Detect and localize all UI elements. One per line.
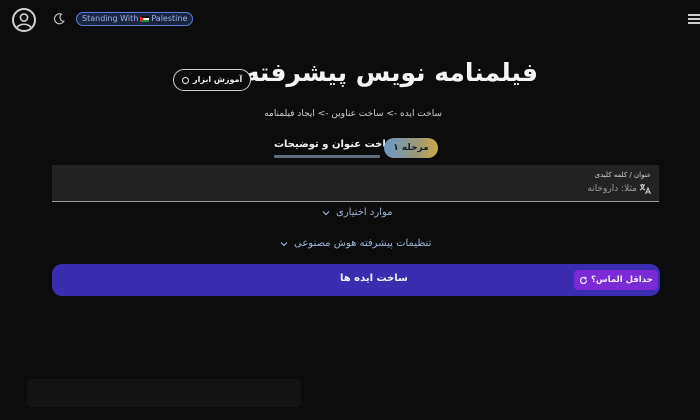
translate-icon[interactable] bbox=[639, 183, 651, 195]
ai-settings-label: تنظیمات پیشرفته هوش مصنوعی bbox=[294, 238, 432, 249]
page-title: فیلمنامه نویس پیشرفته bbox=[244, 58, 538, 87]
refresh-icon bbox=[579, 276, 588, 284]
create-ideas-label: ساخت ایده ها bbox=[340, 273, 408, 284]
minimum-diamond-button[interactable]: حداقل الماس؟ bbox=[574, 270, 658, 290]
chevron-down-icon bbox=[280, 241, 288, 246]
ai-settings-toggle[interactable]: تنظیمات پیشرفته هوش مصنوعی bbox=[280, 238, 431, 249]
badge-suffix: Palestine bbox=[151, 14, 188, 23]
stage-underline bbox=[274, 155, 380, 158]
chevron-down-icon bbox=[322, 210, 330, 215]
keyword-input-card: عنوان / کلمه کلیدی bbox=[52, 165, 659, 202]
palestine-flag-icon bbox=[140, 15, 150, 22]
create-ideas-button[interactable]: ساخت ایده ها bbox=[52, 264, 660, 296]
stage-pill: مرحله ۱ bbox=[384, 138, 438, 158]
stage-title[interactable]: ساخت عنوان و توضیحات bbox=[274, 139, 396, 150]
keyword-input[interactable] bbox=[237, 181, 637, 197]
badge-prefix: Standing With bbox=[82, 14, 139, 23]
hamburger-menu-icon[interactable] bbox=[688, 14, 700, 24]
steps-breadcrumb: ساخت ایده -> ساخت عناوین -> ایجاد فیلمنا… bbox=[264, 109, 442, 119]
user-avatar-button[interactable] bbox=[12, 8, 36, 32]
user-icon bbox=[16, 13, 32, 29]
top-bar: Standing With Palestine bbox=[0, 0, 700, 40]
keyword-input-label: عنوان / کلمه کلیدی bbox=[594, 171, 651, 179]
standing-with-palestine-badge[interactable]: Standing With Palestine bbox=[76, 12, 194, 26]
tutorial-button[interactable]: آموزش ابزار bbox=[173, 69, 252, 91]
tutorial-label: آموزش ابزار bbox=[193, 75, 243, 84]
minimum-diamond-label: حداقل الماس؟ bbox=[591, 275, 653, 285]
optional-items-label: موارد اختیاری bbox=[336, 207, 393, 218]
record-icon bbox=[182, 76, 189, 84]
moon-icon[interactable] bbox=[52, 12, 66, 26]
optional-items-toggle[interactable]: موارد اختیاری bbox=[322, 207, 392, 218]
footer-placeholder bbox=[27, 379, 301, 407]
